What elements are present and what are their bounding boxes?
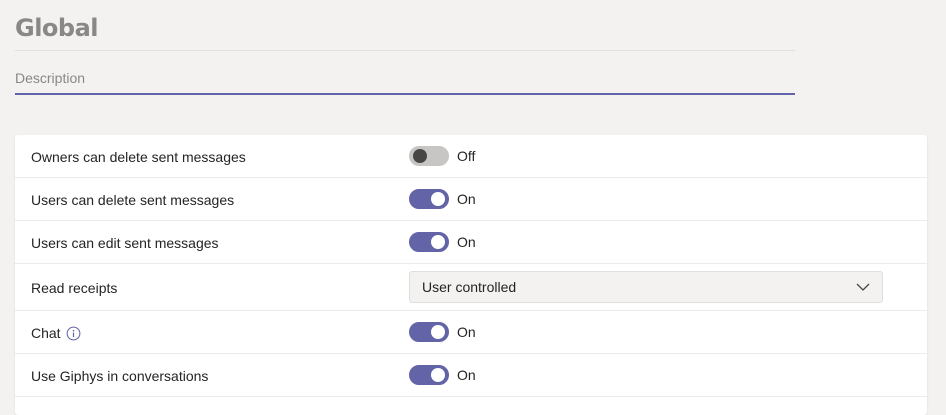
chat-label-group: Chat bbox=[31, 325, 81, 341]
toggle-state-label: On bbox=[457, 191, 476, 207]
chevron-down-icon bbox=[856, 283, 870, 291]
chat-toggle[interactable] bbox=[409, 322, 449, 342]
owners-delete-toggle[interactable] bbox=[409, 146, 449, 166]
toggle-state-label: On bbox=[457, 234, 476, 250]
page-title: Global bbox=[15, 14, 99, 42]
setting-row-read-receipts: Read receipts User controlled bbox=[15, 264, 927, 311]
setting-row-owners-delete: Owners can delete sent messages Off bbox=[15, 135, 927, 178]
toggle-knob bbox=[431, 192, 445, 206]
setting-label: Use Giphys in conversations bbox=[31, 368, 209, 384]
giphys-toggle[interactable] bbox=[409, 365, 449, 385]
settings-card: Owners can delete sent messages Off User… bbox=[15, 135, 927, 415]
info-icon[interactable] bbox=[66, 326, 81, 341]
toggle-knob bbox=[431, 235, 445, 249]
setting-label: Read receipts bbox=[31, 280, 118, 296]
read-receipts-dropdown[interactable]: User controlled bbox=[409, 271, 883, 303]
setting-row-chat: Chat On bbox=[15, 311, 927, 354]
toggle-state-label: On bbox=[457, 367, 476, 383]
users-edit-toggle-group: On bbox=[409, 232, 476, 252]
toggle-knob bbox=[431, 368, 445, 382]
title-divider bbox=[15, 50, 795, 51]
setting-row-users-delete: Users can delete sent messages On bbox=[15, 178, 927, 221]
toggle-knob bbox=[431, 325, 445, 339]
users-delete-toggle[interactable] bbox=[409, 189, 449, 209]
users-delete-toggle-group: On bbox=[409, 189, 476, 209]
setting-label: Users can edit sent messages bbox=[31, 235, 219, 251]
toggle-state-label: Off bbox=[457, 148, 476, 164]
setting-row-giphys: Use Giphys in conversations On bbox=[15, 354, 927, 397]
users-edit-toggle[interactable] bbox=[409, 232, 449, 252]
giphys-toggle-group: On bbox=[409, 365, 476, 385]
toggle-state-label: On bbox=[457, 324, 476, 340]
chat-toggle-group: On bbox=[409, 322, 476, 342]
owners-delete-toggle-group: Off bbox=[409, 146, 475, 166]
setting-label: Owners can delete sent messages bbox=[31, 149, 246, 165]
toggle-knob bbox=[413, 149, 427, 163]
description-input[interactable] bbox=[15, 62, 795, 95]
setting-label: Chat bbox=[31, 325, 61, 341]
setting-label: Users can delete sent messages bbox=[31, 192, 235, 208]
dropdown-value: User controlled bbox=[422, 279, 517, 295]
setting-row-users-edit: Users can edit sent messages On bbox=[15, 221, 927, 264]
